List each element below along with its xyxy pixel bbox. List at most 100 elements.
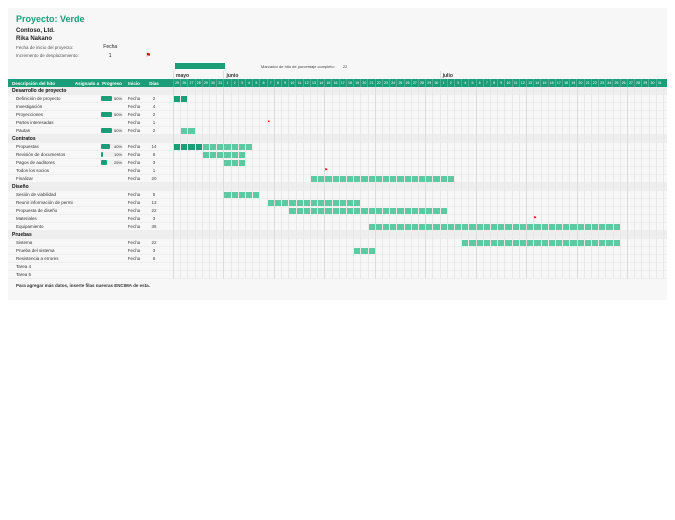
gantt-row (173, 191, 667, 199)
day-label: 6 (259, 79, 266, 87)
task-row[interactable]: Tarea 5 (8, 271, 173, 279)
day-label: 1 (223, 79, 230, 87)
day-label: 21 (367, 79, 374, 87)
task-row[interactable]: Pautas50%Fecha2 (8, 127, 173, 135)
task-row[interactable]: InvestigaciónFecha4 (8, 103, 173, 111)
gantt-bar[interactable] (223, 192, 259, 198)
gantt-row (173, 223, 667, 231)
day-label: 30 (432, 79, 439, 87)
gantt-row (173, 239, 667, 247)
gantt-row: ⚑ (173, 119, 667, 127)
day-label: 9 (281, 79, 288, 87)
col-start: Inicio (123, 81, 145, 86)
table-header: Descripción del hito Asignado a Progreso… (8, 79, 173, 87)
day-label: 19 (569, 79, 576, 87)
gantt-section-row (173, 87, 667, 95)
day-label: 7 (483, 79, 490, 87)
day-label: 30 (648, 79, 655, 87)
day-label: 5 (252, 79, 259, 87)
gantt-sheet: Proyecto: Verde Contoso, Ltd. Rika Nakan… (8, 8, 667, 300)
day-label: 4 (245, 79, 252, 87)
day-label: 23 (382, 79, 389, 87)
task-row[interactable]: Proyecciones50%Fecha2 (8, 111, 173, 119)
legend-milestone-value: 22 (343, 64, 347, 69)
gantt-row (173, 95, 667, 103)
task-row[interactable]: Resistencia a erroresFecha6 (8, 255, 173, 263)
day-label: 10 (288, 79, 295, 87)
day-label: 27 (411, 79, 418, 87)
task-row[interactable]: Propuesta de diseñoFecha22 (8, 207, 173, 215)
gantt-row (173, 127, 667, 135)
day-label: 28 (418, 79, 425, 87)
day-label: 13 (310, 79, 317, 87)
task-row[interactable]: Partes interesadasFecha1 (8, 119, 173, 127)
day-label: 2 (447, 79, 454, 87)
gantt-row (173, 271, 667, 279)
day-label: 21 (584, 79, 591, 87)
day-label: 26 (404, 79, 411, 87)
gantt-bar[interactable] (223, 160, 245, 166)
task-row[interactable]: Pagos de auditores25%Fecha3 (8, 159, 173, 167)
task-row[interactable]: FinalizarFecha20 (8, 175, 173, 183)
gantt-bar[interactable] (368, 224, 620, 230)
day-label: 19 (353, 79, 360, 87)
flag-icon: ⚑ (146, 52, 151, 59)
day-label: 29 (202, 79, 209, 87)
day-label: 22 (375, 79, 382, 87)
scroll-increment-label: Incremento de desplazamiento: (16, 53, 79, 58)
gantt-section-row (173, 135, 667, 143)
start-date-value: Fecha (103, 44, 117, 50)
gantt-row (173, 263, 667, 271)
day-label: 29 (425, 79, 432, 87)
legend-swatch-dark (175, 63, 225, 69)
day-label: 16 (548, 79, 555, 87)
day-label: 24 (605, 79, 612, 87)
day-label: 17 (339, 79, 346, 87)
task-row[interactable]: Definición de proyecto50%Fecha2 (8, 95, 173, 103)
task-row[interactable]: SistemaFecha22 (8, 239, 173, 247)
gantt-row (173, 175, 667, 183)
gantt-row (173, 151, 667, 159)
task-row[interactable]: EquipamientoFecha35 (8, 223, 173, 231)
day-label: 22 (591, 79, 598, 87)
day-label: 3 (454, 79, 461, 87)
day-label: 27 (627, 79, 634, 87)
day-label: 8 (274, 79, 281, 87)
gantt-bar[interactable] (353, 248, 375, 254)
footer-note: Para agregar más datos, inserte filas nu… (8, 279, 667, 292)
section-row: Pruebas (8, 231, 173, 239)
gantt-timeline: Marcador de hito de porcentaje completo:… (173, 63, 667, 279)
task-row[interactable]: Prueba del sistemaFecha3 (8, 247, 173, 255)
day-label: 27 (187, 79, 194, 87)
task-row[interactable]: Revisión de documentos10%Fecha6 (8, 151, 173, 159)
gantt-row (173, 255, 667, 263)
scroll-increment-value[interactable]: 1 (109, 53, 112, 59)
gantt-row: ⚑ (173, 167, 667, 175)
task-row[interactable]: Reunir información de permisosFecha13 (8, 199, 173, 207)
section-row: Contratos (8, 135, 173, 143)
day-label: 14 (317, 79, 324, 87)
day-label: 1 (440, 79, 447, 87)
day-label: 3 (238, 79, 245, 87)
col-description: Descripción del hito (8, 81, 73, 86)
task-row[interactable]: Propuestas40%Fecha14 (8, 143, 173, 151)
gantt-row (173, 103, 667, 111)
day-label: 26 (620, 79, 627, 87)
day-label: 14 (533, 79, 540, 87)
task-row[interactable]: MaterialesFecha3 (8, 215, 173, 223)
month-label: mayo (173, 71, 223, 79)
day-label: 23 (598, 79, 605, 87)
gantt-row (173, 199, 667, 207)
day-label: 18 (562, 79, 569, 87)
gantt-row (173, 143, 667, 151)
col-progress: Progreso (101, 81, 123, 86)
gantt-row (173, 159, 667, 167)
task-row[interactable]: Todos los sociosFecha1 (8, 167, 173, 175)
day-label: 15 (324, 79, 331, 87)
day-label: 28 (195, 79, 202, 87)
day-label: 31 (656, 79, 663, 87)
day-label: 18 (346, 79, 353, 87)
day-label: 2 (231, 79, 238, 87)
task-row[interactable]: Tarea 4 (8, 263, 173, 271)
task-row[interactable]: Sesión de viabilidadFecha5 (8, 191, 173, 199)
